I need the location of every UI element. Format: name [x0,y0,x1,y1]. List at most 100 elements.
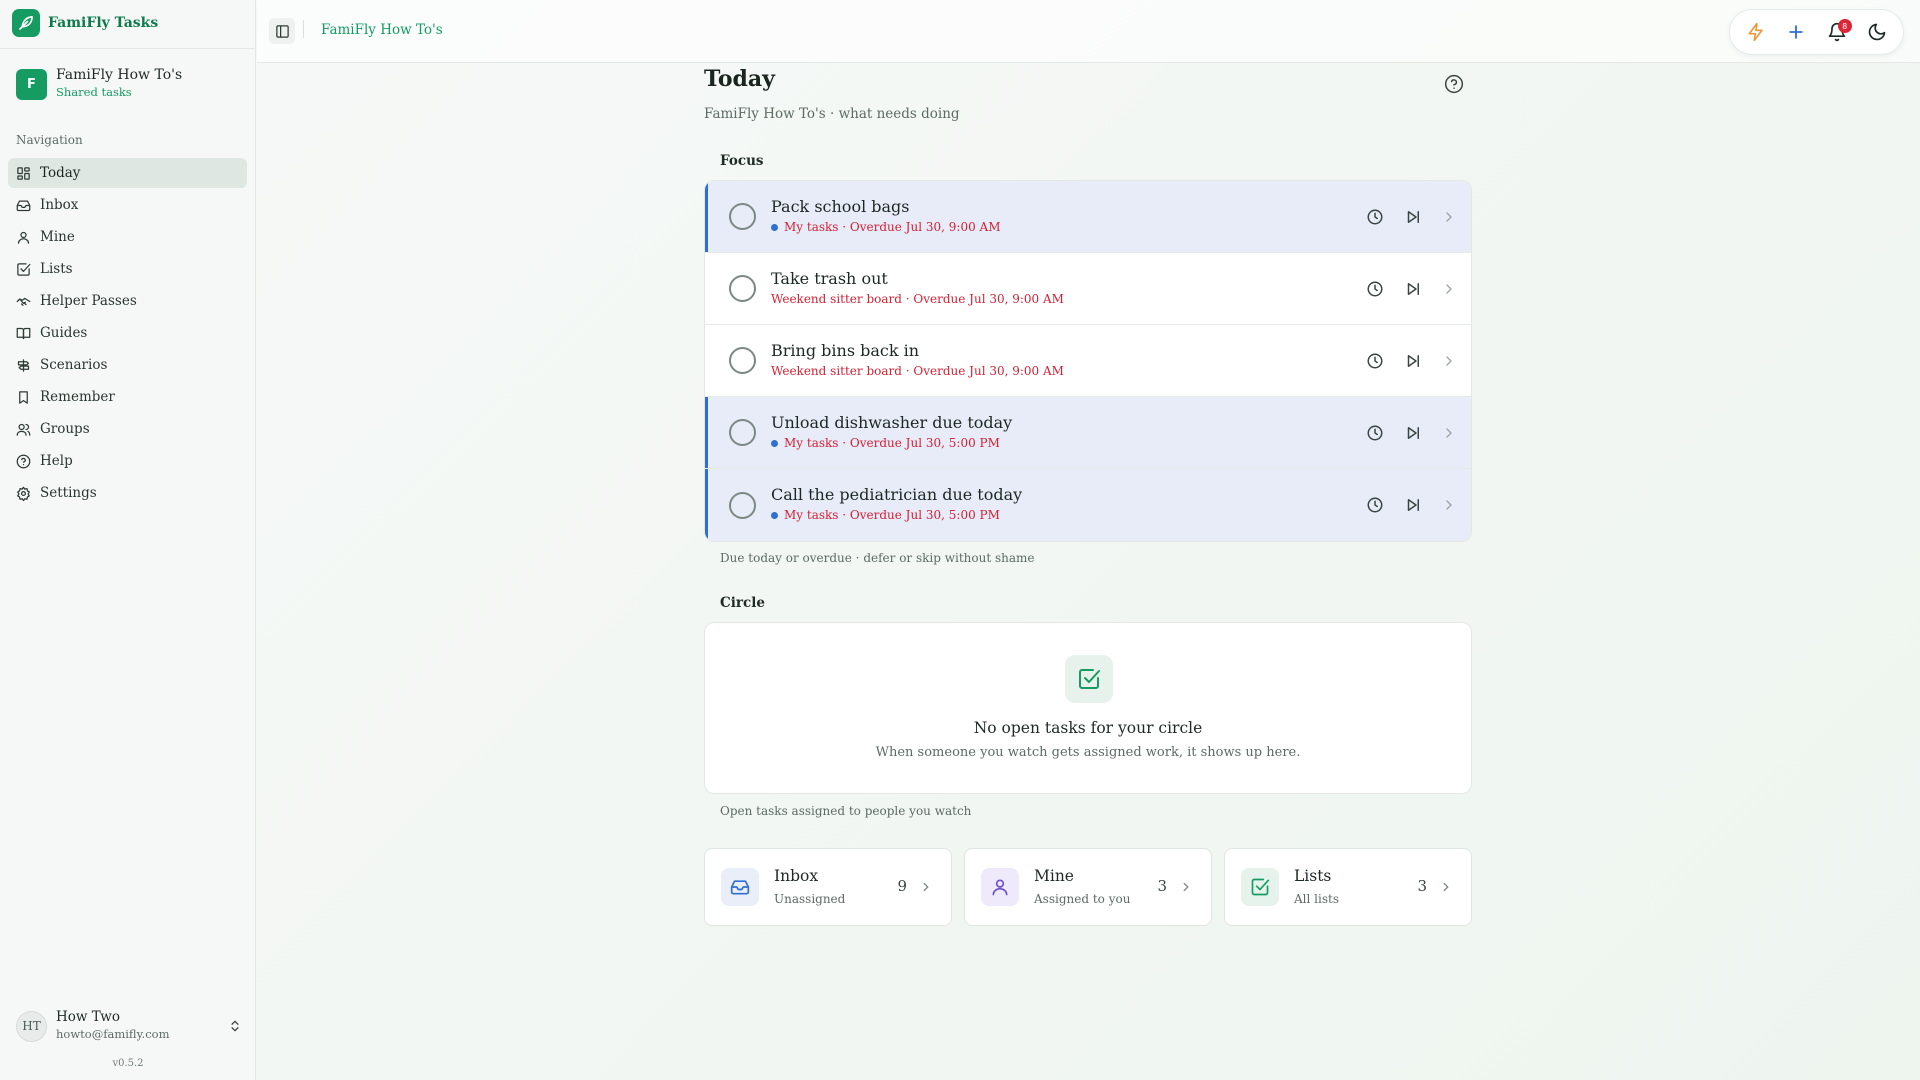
sidebar-item-remember[interactable]: Remember [8,382,247,412]
sidebar-toggle-button[interactable] [269,18,295,44]
mine-tile[interactable]: Mine Assigned to you 3 [964,848,1212,926]
chevron-right-icon[interactable] [1441,497,1457,513]
lists-tile[interactable]: Lists All lists 3 [1224,848,1472,926]
complete-task-checkbox[interactable] [729,491,756,519]
user-icon [16,230,31,245]
tile-title: Lists [1294,867,1332,885]
sidebar-item-label: Mine [40,229,75,245]
chevron-right-icon [1179,880,1193,894]
task-row[interactable]: Pack school bags My tasks · Overdue Jul … [705,181,1471,253]
workspace-name: FamiFly How To's [56,67,183,83]
sidebar-item-label: Settings [40,485,97,501]
handshake-icon [16,294,31,309]
sidebar-item-label: Helper Passes [40,293,137,309]
complete-task-checkbox[interactable] [729,203,756,230]
sidebar-item-helper-passes[interactable]: Helper Passes [8,286,247,316]
chevrons-up-down-icon [228,1019,242,1033]
skip-forward-icon[interactable] [1404,208,1422,226]
sidebar-item-label: Help [40,453,73,469]
focus-caption: Due today or overdue · defer or skip wit… [720,551,1035,565]
brand[interactable]: FamiFly Tasks [12,8,158,38]
moon-icon [1867,22,1887,42]
page-help-button[interactable] [1444,74,1464,94]
focus-task-list: Pack school bags My tasks · Overdue Jul … [704,180,1472,542]
notifications-button[interactable]: 8 [1822,17,1852,47]
tile-subtitle: All lists [1294,892,1339,906]
tile-count: 3 [1157,877,1167,895]
task-meta: My tasks · Overdue Jul 30, 5:00 PM [784,436,1000,450]
quick-action-button[interactable] [1741,17,1771,47]
task-row[interactable]: Bring bins back in Weekend sitter board … [705,325,1471,397]
tile-count: 9 [897,877,907,895]
brand-name: FamiFly Tasks [48,15,159,31]
breadcrumb[interactable]: FamiFly How To's [321,22,443,38]
page-title: Today [704,66,775,92]
skip-forward-icon[interactable] [1404,280,1422,298]
add-task-button[interactable] [1781,17,1811,47]
workspace-switcher[interactable]: F FamiFly How To's Shared tasks [16,67,182,101]
plus-icon [1786,22,1806,42]
inbox-icon [16,198,31,213]
sidebar-item-label: Inbox [40,197,79,213]
empty-state-text: When someone you watch gets assigned wor… [875,745,1301,760]
skip-forward-icon[interactable] [1404,496,1422,514]
clock-icon[interactable] [1366,424,1384,442]
grid-icon [16,166,31,181]
chevron-right-icon [1439,880,1453,894]
sidebar-nav: Today Inbox Mine Lists Helper Passes Gui… [8,158,247,510]
focus-heading: Focus [720,153,764,169]
task-meta: My tasks · Overdue Jul 30, 9:00 AM [784,220,1001,234]
theme-toggle-button[interactable] [1862,17,1892,47]
task-row[interactable]: Call the pediatrician due today My tasks… [705,469,1471,541]
mine-indicator-dot [771,223,778,231]
sidebar-item-today[interactable]: Today [8,158,247,188]
checkbox-icon [1241,868,1279,906]
skip-forward-icon[interactable] [1404,424,1422,442]
inbox-icon [721,868,759,906]
divider [0,48,255,49]
sidebar-item-lists[interactable]: Lists [8,254,247,284]
sidebar-item-settings[interactable]: Settings [8,478,247,508]
sidebar-item-groups[interactable]: Groups [8,414,247,444]
action-bar: 8 [1729,9,1904,55]
tile-title: Mine [1034,867,1074,885]
complete-task-checkbox[interactable] [729,275,756,302]
sidebar-item-inbox[interactable]: Inbox [8,190,247,220]
user-email: howto@famifly.com [56,1027,170,1041]
skip-forward-icon[interactable] [1404,352,1422,370]
chevron-right-icon[interactable] [1441,281,1457,297]
clock-icon[interactable] [1366,280,1384,298]
clock-icon[interactable] [1366,208,1384,226]
app-version: v0.5.2 [112,1058,144,1069]
inbox-tile[interactable]: Inbox Unassigned 9 [704,848,952,926]
chevron-right-icon[interactable] [1441,425,1457,441]
task-row[interactable]: Unload dishwasher due today My tasks · O… [705,397,1471,469]
nav-heading: Navigation [16,133,83,147]
bookmark-icon [16,390,31,405]
sidebar-item-label: Groups [40,421,90,437]
task-meta: My tasks · Overdue Jul 30, 5:00 PM [784,508,1000,522]
sidebar-item-mine[interactable]: Mine [8,222,247,252]
clock-icon[interactable] [1366,496,1384,514]
sidebar-item-label: Scenarios [40,357,108,373]
tile-subtitle: Assigned to you [1034,892,1131,906]
task-title: Unload dishwasher due today [771,413,1013,432]
complete-task-checkbox[interactable] [729,419,756,446]
lightning-icon [1746,22,1766,42]
task-title: Bring bins back in [771,341,920,360]
clock-icon[interactable] [1366,352,1384,370]
user-menu[interactable]: HT How Two howto@famifly.com [16,1009,242,1043]
page-subtitle: FamiFly How To's · what needs doing [704,106,960,122]
sidebar-item-scenarios[interactable]: Scenarios [8,350,247,380]
chevron-right-icon[interactable] [1441,353,1457,369]
tile-subtitle: Unassigned [774,892,846,906]
sidebar-item-guides[interactable]: Guides [8,318,247,348]
circle-caption: Open tasks assigned to people you watch [720,804,972,818]
chevron-right-icon[interactable] [1441,209,1457,225]
mine-indicator-dot [771,511,778,519]
user-icon [981,868,1019,906]
sidebar-item-help[interactable]: Help [8,446,247,476]
complete-task-checkbox[interactable] [729,347,756,374]
top-bar: FamiFly How To's 8 [257,0,1920,63]
task-row[interactable]: Take trash out Weekend sitter board · Ov… [705,253,1471,325]
